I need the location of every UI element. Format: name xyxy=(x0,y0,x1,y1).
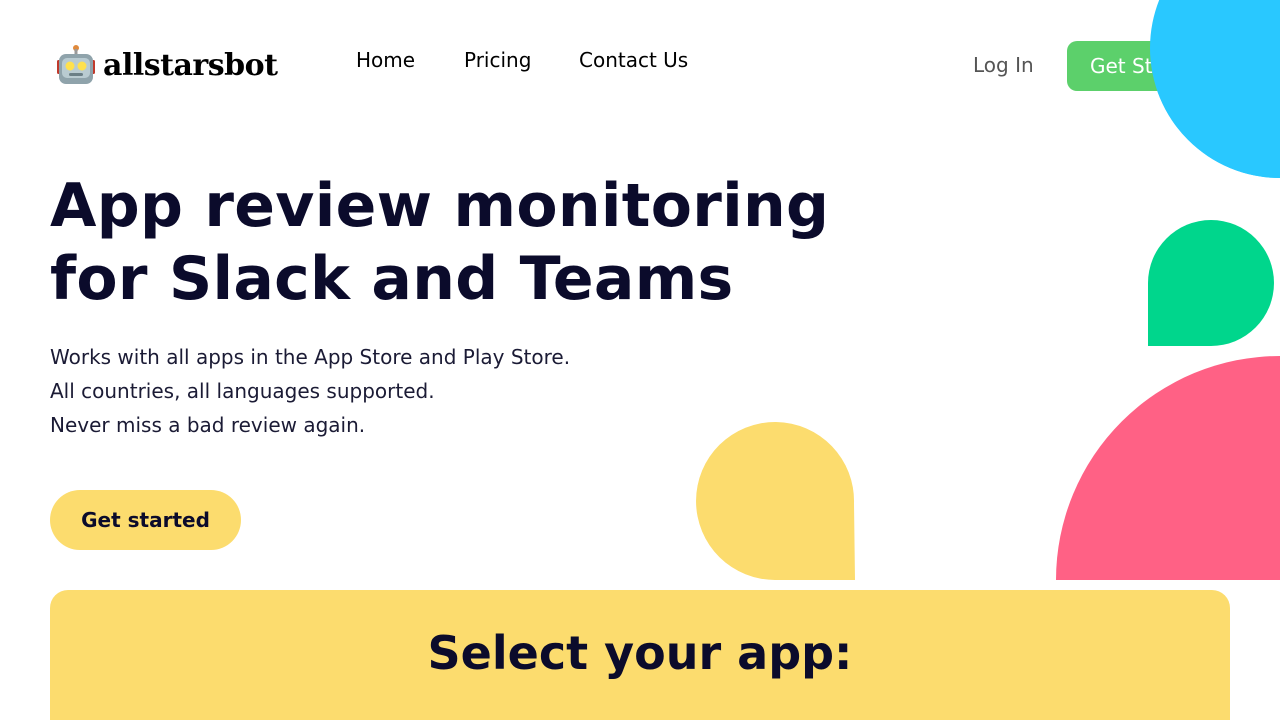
get-started-header-button[interactable]: Get Started xyxy=(1067,41,1237,91)
hero-line: Never miss a bad review again. xyxy=(50,413,366,437)
hero-title-line-2: for Slack and Teams xyxy=(50,244,734,314)
hero-line: Works with all apps in the App Store and… xyxy=(50,345,571,369)
teal-drop-shape xyxy=(1148,220,1274,346)
get-started-hero-button[interactable]: Get started xyxy=(50,490,241,550)
hero-line: All countries, all languages supported. xyxy=(50,379,435,403)
site-header: allstarsbot Home Pricing Contact Us Log … xyxy=(0,0,1280,120)
landing-page: allstarsbot Home Pricing Contact Us Log … xyxy=(0,0,1280,720)
login-link[interactable]: Log In xyxy=(973,53,1034,77)
nav-contact-link[interactable]: Contact Us xyxy=(579,48,688,72)
pink-quarter-shape xyxy=(1056,356,1280,580)
yellow-drop-shape xyxy=(696,422,855,581)
hero-title: App review monitoring for Slack and Team… xyxy=(50,170,830,316)
hero-description: Works with all apps in the App Store and… xyxy=(50,340,570,442)
hero-title-line-1: App review monitoring xyxy=(50,171,830,241)
select-app-panel: Select your app: xyxy=(50,590,1230,720)
brand-logo-link[interactable]: allstarsbot xyxy=(55,44,278,86)
nav-pricing-link[interactable]: Pricing xyxy=(464,48,531,72)
select-app-title: Select your app: xyxy=(427,626,853,680)
nav-home-link[interactable]: Home xyxy=(356,48,415,72)
brand-name: allstarsbot xyxy=(103,47,278,83)
robot-icon xyxy=(57,45,95,84)
